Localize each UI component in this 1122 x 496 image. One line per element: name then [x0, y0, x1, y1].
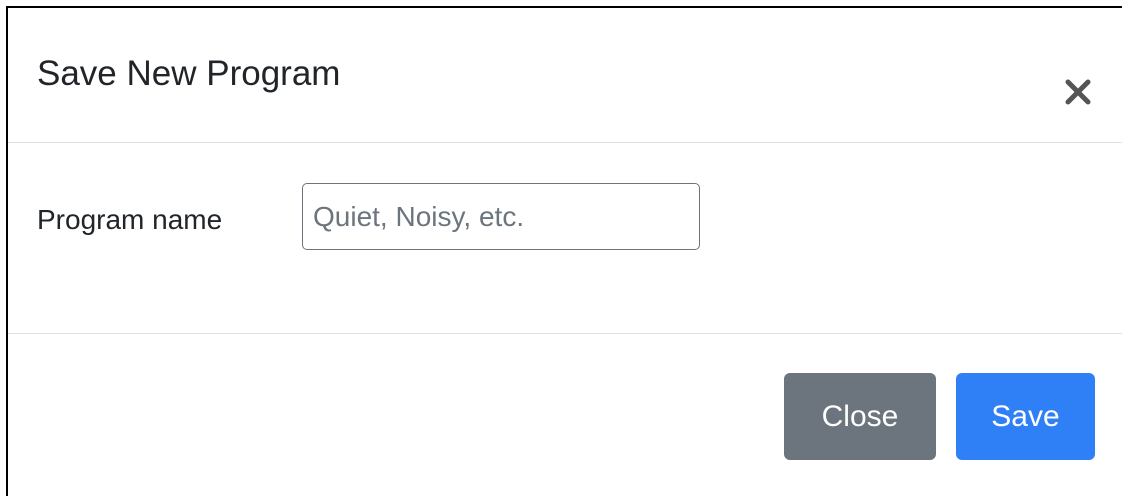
save-button[interactable]: Save — [956, 373, 1095, 460]
program-name-input[interactable] — [302, 183, 700, 250]
dialog-footer: Close Save — [8, 335, 1122, 495]
save-program-dialog: Save New Program Program name Close Save — [6, 6, 1122, 496]
dialog-title: Save New Program — [37, 54, 341, 93]
close-icon — [1064, 78, 1104, 106]
close-button[interactable]: Close — [784, 373, 936, 460]
dialog-close-button[interactable] — [1064, 72, 1104, 112]
dialog-body: Program name — [8, 144, 1122, 334]
dialog-header: Save New Program — [8, 8, 1122, 143]
program-name-label: Program name — [37, 204, 223, 235]
